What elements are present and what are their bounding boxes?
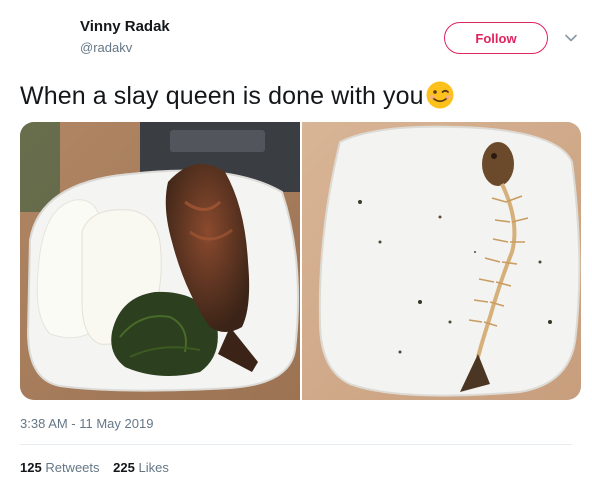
tweet-media[interactable] bbox=[20, 122, 581, 400]
retweets-count: 125 bbox=[20, 460, 42, 475]
likes-label: Likes bbox=[138, 460, 169, 475]
photo-full-meal bbox=[20, 122, 300, 400]
follow-button[interactable]: Follow bbox=[444, 22, 548, 54]
author-handle[interactable]: @radakv bbox=[80, 40, 132, 55]
divider bbox=[20, 444, 572, 445]
retweets-label: Retweets bbox=[45, 460, 100, 475]
retweets-stat[interactable]: 125 Retweets bbox=[20, 460, 100, 475]
author-display-name[interactable]: Vinny Radak bbox=[80, 18, 170, 35]
chevron-down-icon[interactable] bbox=[563, 30, 579, 46]
tweet-timestamp[interactable]: 3:38 AM - 11 May 2019 bbox=[20, 416, 153, 431]
tweet-text: When a slay queen is done with you bbox=[20, 80, 455, 111]
likes-stat[interactable]: 225 Likes bbox=[113, 460, 169, 475]
tweet-text-content: When a slay queen is done with you bbox=[20, 82, 424, 110]
photo-empty-plate bbox=[302, 122, 581, 400]
likes-count: 225 bbox=[113, 460, 135, 475]
tweet-stats: 125 Retweets 225 Likes bbox=[20, 460, 179, 475]
winking-face-emoji bbox=[426, 81, 454, 109]
